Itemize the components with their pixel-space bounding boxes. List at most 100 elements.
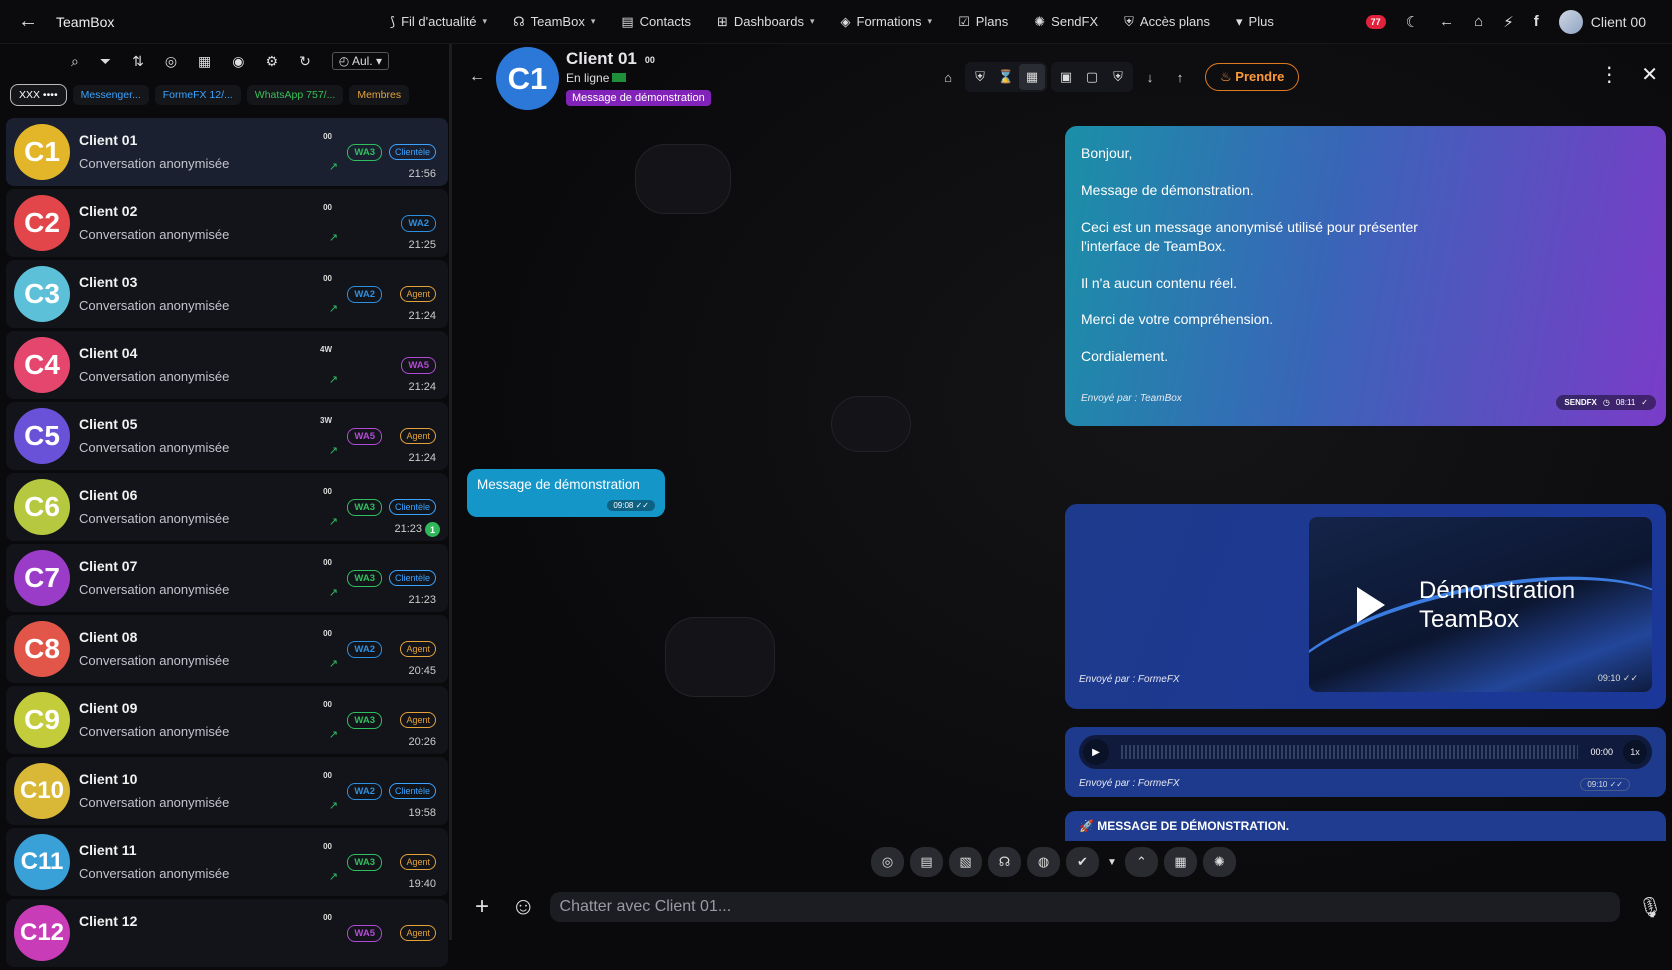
filter-chip[interactable]: WhatsApp 757/... — [246, 85, 344, 105]
megaphone-icon[interactable]: ✺ — [1203, 847, 1236, 877]
search-icon[interactable]: ⌕ — [71, 53, 79, 70]
lightning-icon[interactable]: ⚡ — [1503, 13, 1514, 31]
filter-chip[interactable]: Membres — [349, 85, 410, 105]
filter-chip[interactable]: Messenger... — [72, 85, 149, 105]
template-icon[interactable]: ▤ — [910, 847, 943, 877]
nav-item-label: Accès plans — [1139, 14, 1211, 29]
nav-item-8[interactable]: ▾ Plus — [1236, 14, 1274, 30]
list-item[interactable]: C8 Client 08 Conversation anonymisée 00 ↗ WA2… — [6, 615, 448, 683]
nav-item-0[interactable]: ⟆ Fil d'actualité ▾ — [390, 14, 487, 30]
notification-badge[interactable]: 77 — [1365, 14, 1386, 29]
list-item[interactable]: C4 Client 04 Conversation anonymisée 4W ↗ WA5… — [6, 331, 448, 399]
back-arrow-icon[interactable]: ← — [469, 68, 485, 86]
user-menu[interactable]: Client 00 — [1558, 9, 1646, 34]
target-icon[interactable]: ◉ — [232, 53, 244, 70]
headset-icon[interactable]: ☊ — [988, 847, 1021, 877]
calendar-icon[interactable]: ▢ — [1079, 64, 1105, 90]
video-player[interactable]: Démonstration TeamBox 09:10 ✓✓ — [1309, 517, 1652, 692]
background-decoration — [831, 396, 911, 452]
sort-icon[interactable]: ⇅ — [132, 53, 144, 70]
conversation-time: 19:40 — [408, 878, 436, 890]
filter-icon[interactable]: ⏷ — [100, 53, 111, 70]
conversation-name: Client 10 — [79, 771, 138, 787]
emoji-icon[interactable]: ☺ — [511, 893, 536, 921]
nav-item-6[interactable]: ✺ SendFX — [1034, 14, 1098, 30]
document-icon: ▤ — [621, 13, 634, 29]
facebook-icon[interactable]: f — [1534, 13, 1539, 30]
shield-icon[interactable]: ⛨ — [967, 64, 993, 90]
card-icon[interactable]: ▦ — [1164, 847, 1197, 877]
arrow-up-icon[interactable]: ↑ — [1167, 64, 1193, 90]
channel-badge: WA3 — [347, 499, 382, 516]
hourglass-icon[interactable]: ⌛ — [993, 64, 1019, 90]
inbox-icon[interactable]: ▣ — [1053, 64, 1079, 90]
app-brand[interactable]: TeamBox — [56, 14, 114, 30]
play-icon[interactable] — [1357, 587, 1385, 623]
header-tool-group: ▣ ▢ ⛨ — [1051, 62, 1133, 92]
list-item[interactable]: C5 Client 05 Conversation anonymisée 3W ↗ WA5… — [6, 402, 448, 470]
nav-item-2[interactable]: ▤ Contacts — [621, 14, 691, 30]
audio-waveform[interactable] — [1121, 745, 1579, 759]
conversation-time: 20:26 — [408, 736, 436, 748]
message-bubble-outgoing[interactable]: Message de démonstration 09:08 ✓✓ — [467, 469, 665, 517]
refresh-icon[interactable]: ↻ — [299, 53, 311, 70]
conversation-preview: Conversation anonymisée — [79, 369, 230, 384]
globe-icon[interactable]: ◍ — [1027, 847, 1060, 877]
avatar: C11 — [14, 834, 70, 890]
agent-select[interactable]: ◴ Aul. ▾ — [331, 52, 389, 70]
back-arrow-icon[interactable]: ← — [18, 10, 38, 33]
ai-icon[interactable]: ◎ — [871, 847, 904, 877]
arrow-down-icon[interactable]: ↓ — [1137, 64, 1163, 90]
list-item[interactable]: C11 Client 11 Conversation anonymisée 00 ↗ WA… — [6, 828, 448, 896]
badge-icon[interactable]: ⛨ — [1105, 64, 1131, 90]
conversation-preview: Conversation anonymisée — [79, 795, 230, 810]
list-item[interactable]: C6 Client 06 Conversation anonymisée 00 ↗ WA3… — [6, 473, 448, 541]
role-badge: Clientèle — [388, 783, 436, 799]
take-button[interactable]: ♨ Prendre — [1205, 63, 1300, 91]
list-item[interactable]: C3 Client 03 Conversation anonymisée 00 ↗ WA2… — [6, 260, 448, 328]
nav-item-1[interactable]: ☊ TeamBox ▾ — [513, 14, 595, 30]
filter-chip[interactable]: FormeFX 12/... — [154, 85, 241, 105]
filter-chip[interactable]: XXX •••• — [10, 84, 67, 106]
check-circle-icon[interactable]: ✔ — [1066, 847, 1099, 877]
more-vertical-icon[interactable]: ⋮ — [1599, 62, 1619, 87]
nav-item-5[interactable]: ☑ Plans — [958, 14, 1008, 30]
chevron-up-icon[interactable]: ⌃ — [1125, 847, 1158, 877]
contact-avatar[interactable]: C1 — [496, 47, 559, 110]
list-item[interactable]: C7 Client 07 Conversation anonymisée 00 ↗ WA3… — [6, 544, 448, 612]
list-item[interactable]: C9 Client 09 Conversation anonymisée 00 ↗ WA3… — [6, 686, 448, 754]
message-input[interactable] — [549, 892, 1620, 922]
play-icon[interactable]: ▶ — [1083, 739, 1109, 765]
sidebar-toolbar: ⌕ ⏷ ⇅ ◎ ▦ ◉ ⚙ ↻ ◴ Aul. ▾ — [0, 44, 449, 78]
label-icon[interactable]: ⌂ — [935, 64, 961, 90]
gear-icon[interactable]: ⚙ — [266, 53, 279, 70]
tag-icon[interactable]: ⌂ — [1474, 13, 1483, 30]
contact-tag[interactable]: Message de démonstration — [566, 90, 711, 106]
building-icon[interactable]: ▦ — [198, 53, 211, 70]
nav-item-7[interactable]: ⛨ Accès plans — [1124, 14, 1210, 30]
plus-icon[interactable]: + — [475, 893, 489, 921]
caret-down-icon[interactable]: ▼ — [1105, 857, 1119, 868]
playback-speed-button[interactable]: 1x — [1623, 740, 1647, 764]
nav-item-3[interactable]: ⊞ Dashboards ▾ — [717, 14, 815, 30]
role-badge: Agent — [400, 712, 436, 728]
contact-name-text: Client 01 — [566, 49, 637, 68]
list-item[interactable]: C1 Client 01 Conversation anonymisée 00 ↗ WA3… — [6, 118, 448, 186]
nav-item-4[interactable]: ◈ Formations ▾ — [841, 14, 933, 30]
close-icon[interactable]: ✕ — [1641, 62, 1658, 87]
conversation-time: 21:56 — [408, 168, 436, 180]
qr-icon[interactable]: ▦ — [1019, 64, 1045, 90]
arrow-left-icon[interactable]: ← — [1439, 13, 1454, 30]
layers-icon[interactable]: ◎ — [165, 53, 177, 70]
conversation-preview: Conversation anonymisée — [79, 227, 230, 242]
moon-icon[interactable]: ☾ — [1406, 13, 1419, 31]
list-item[interactable]: C10 Client 10 Conversation anonymisée 00 ↗ WA… — [6, 757, 448, 825]
avatar: C2 — [14, 195, 70, 251]
gallery-icon[interactable]: ▧ — [949, 847, 982, 877]
microphone-icon[interactable]: 🎙 — [1638, 895, 1663, 920]
message-bubble[interactable]: Bonjour, Message de démonstration. Ceci es… — [1065, 126, 1666, 426]
chevron-down-icon: ▾ — [590, 16, 596, 26]
message-banner: 🚀 MESSAGE DE DÉMONSTRATION. — [1065, 811, 1666, 841]
list-item[interactable]: C12 Client 12 00 WA5 Agent — [6, 899, 448, 967]
list-item[interactable]: C2 Client 02 Conversation anonymisée 00 ↗ WA2… — [6, 189, 448, 257]
